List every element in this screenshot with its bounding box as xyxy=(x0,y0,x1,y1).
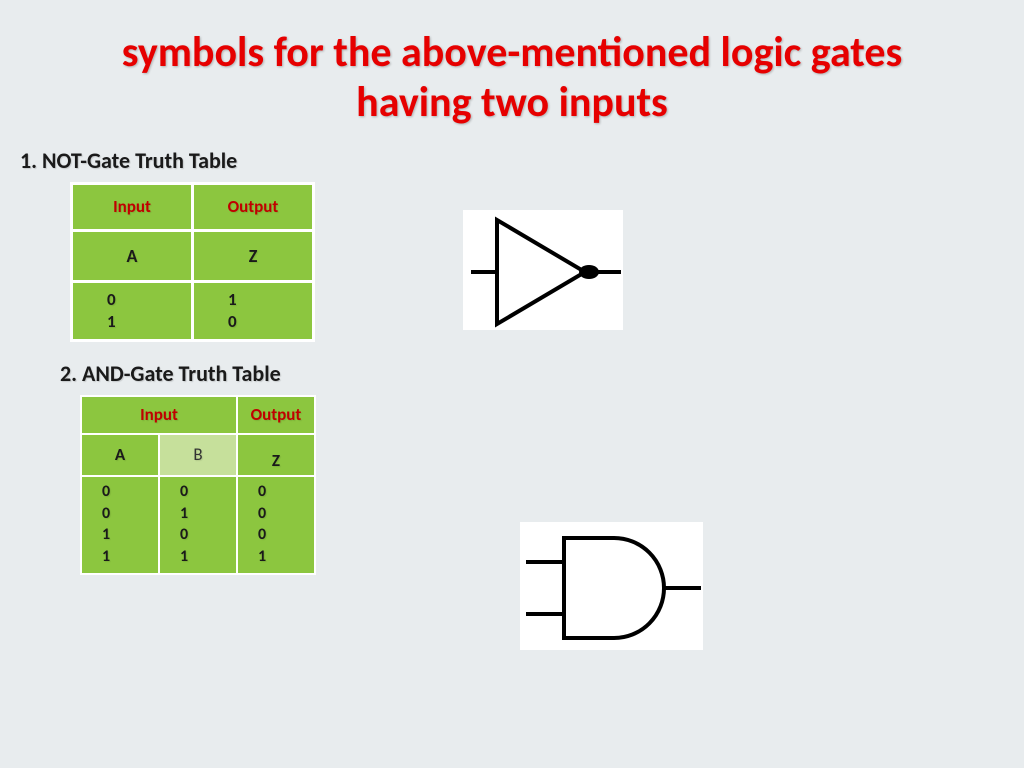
not-header-input: Input xyxy=(73,185,191,229)
and-truth-table: Input Output A B Z 0 0 1 1 0 1 0 1 0 0 0… xyxy=(80,395,316,575)
not-gate-symbol xyxy=(463,210,623,330)
and-col-a: 0 0 1 1 xyxy=(82,477,158,573)
not-label-z: Z xyxy=(194,232,312,280)
and-col-z: 0 0 0 1 xyxy=(238,477,314,573)
and-gate-symbol xyxy=(520,522,703,650)
not-col-a: 0 1 xyxy=(73,283,191,339)
not-label-a: A xyxy=(73,232,191,280)
not-header-output: Output xyxy=(194,185,312,229)
not-col-z: 1 0 xyxy=(194,283,312,339)
and-label-z: Z xyxy=(238,435,314,475)
and-header-input: Input xyxy=(82,397,236,433)
and-label-a: A xyxy=(82,435,158,475)
and-gate-heading: 2. AND-Gate Truth Table xyxy=(60,360,1024,387)
and-col-b: 0 1 0 1 xyxy=(160,477,236,573)
page-title: symbols for the above-mentioned logic ga… xyxy=(0,0,1024,139)
not-truth-table: Input Output A Z 0 1 1 0 xyxy=(70,182,315,342)
and-label-b: B xyxy=(160,435,236,475)
and-header-output: Output xyxy=(238,397,314,433)
not-gate-heading: 1. NOT-Gate Truth Table xyxy=(20,147,1024,174)
